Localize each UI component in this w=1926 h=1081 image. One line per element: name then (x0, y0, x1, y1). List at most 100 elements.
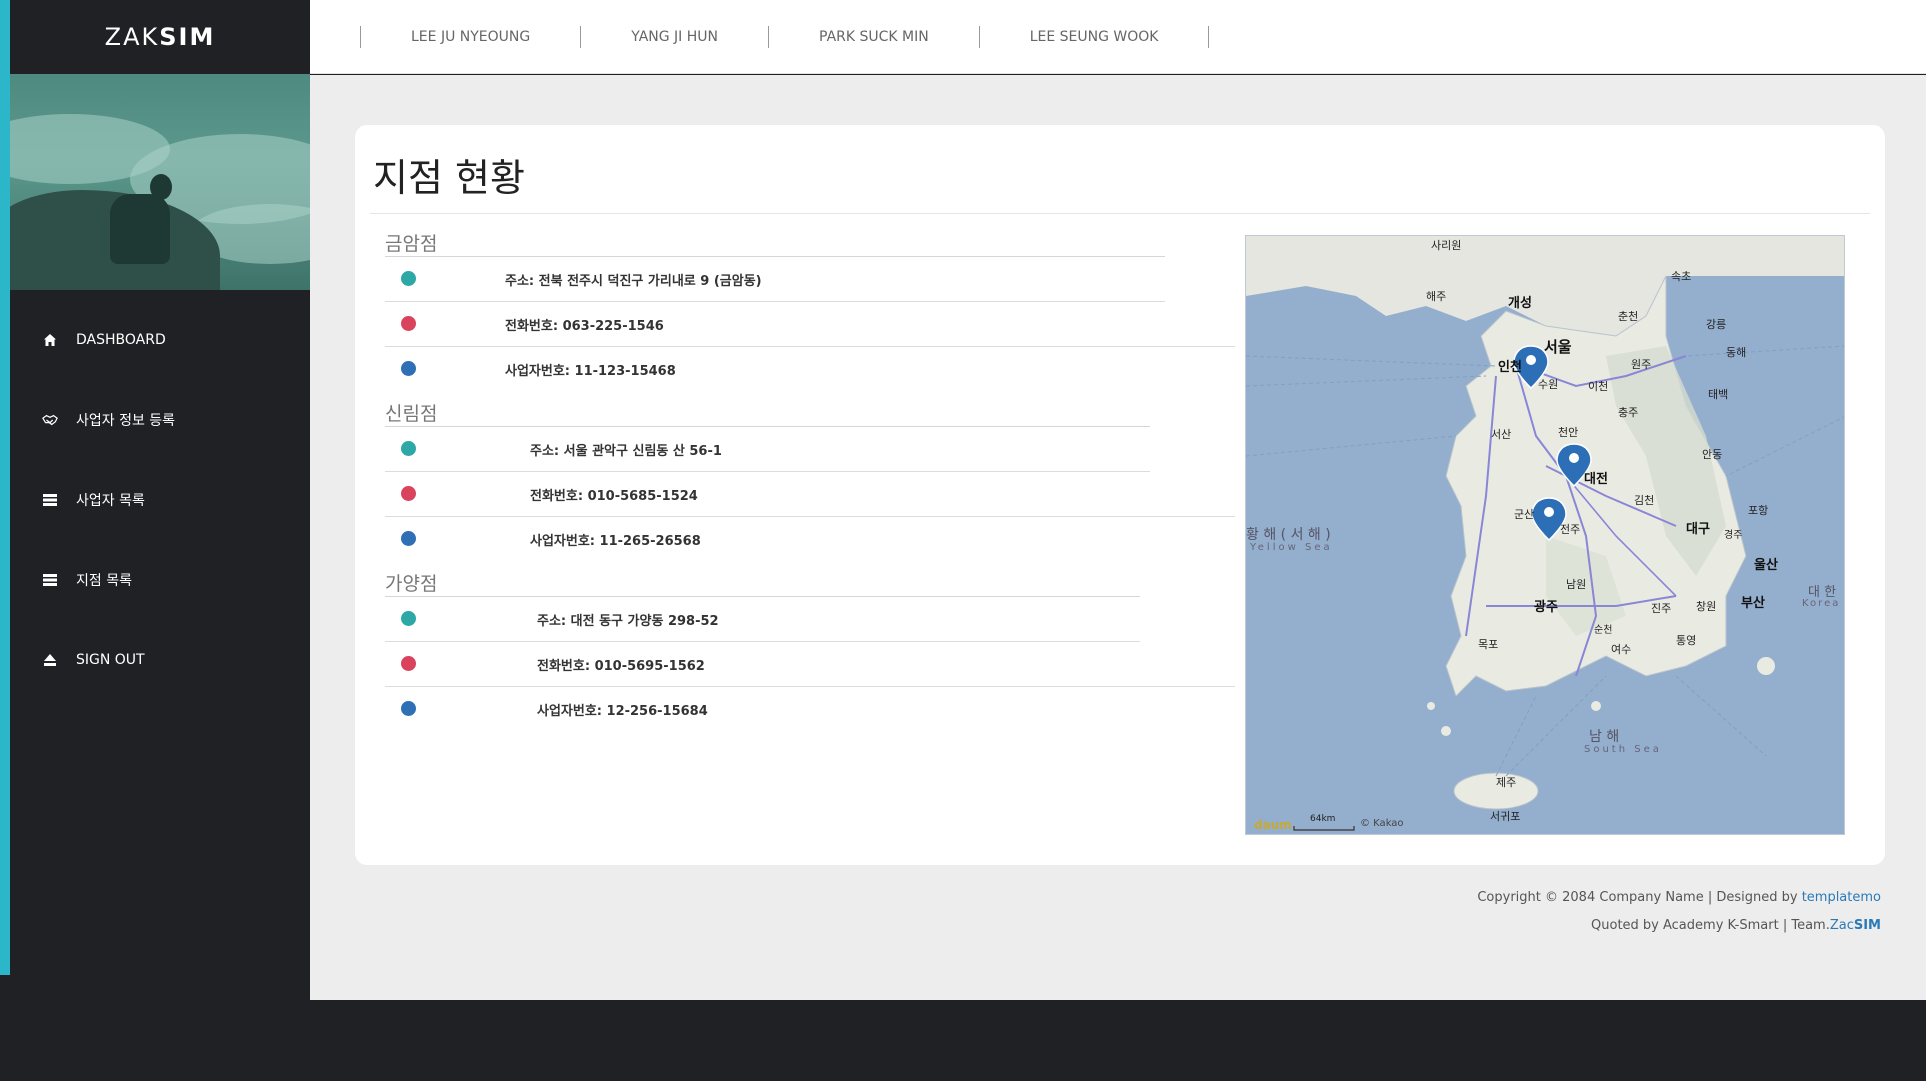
footer-templatemo-link[interactable]: templatemo (1802, 890, 1881, 905)
map-label-city: 서울 (1544, 338, 1572, 356)
map-label-city: 강릉 (1706, 318, 1727, 331)
footer-team-link[interactable]: ZacSIM (1830, 918, 1881, 933)
branch-block: 가양점 주소: 대전 동구 가양동 298-52 전화번호: 010-5695-… (385, 572, 1235, 731)
branch-name: 가양점 (385, 573, 438, 595)
sidebar-item-label: 지점 목록 (76, 573, 132, 589)
teal-dot-icon (401, 611, 416, 626)
map-label-city: 창원 (1696, 600, 1717, 613)
branch-address: 주소: 대전 동구 가양동 298-52 (537, 614, 719, 629)
eject-icon (42, 652, 58, 668)
map-label-sea: 황 해 ( 서 해 ) (1246, 527, 1331, 543)
map-label-city: 수원 (1538, 378, 1559, 391)
map-label-city: 태백 (1708, 388, 1729, 401)
top-nav-link-park-suck-min[interactable]: PARK SUCK MIN (769, 29, 979, 45)
map-label-city: 이천 (1588, 380, 1609, 393)
sidebar-item-label: 사업자 목록 (76, 493, 145, 509)
top-nav: LEE JU NYEOUNG YANG JI HUN PARK SUCK MIN… (310, 0, 1926, 74)
red-dot-icon (401, 486, 416, 501)
sidebar-item-label: DASHBOARD (76, 332, 166, 348)
map-label-city: 천안 (1558, 426, 1579, 439)
map-label-city: 울산 (1754, 558, 1778, 573)
branch-address: 주소: 서울 관악구 신림동 산 56-1 (530, 444, 722, 459)
map-label-sea-en: Korea (1802, 598, 1841, 609)
branch-block: 금암점 주소: 전북 전주시 덕진구 가리내로 9 (금암동) 전화번호: 06… (385, 232, 1235, 391)
home-icon (42, 332, 58, 348)
branch-phone-row: 전화번호: 063-225-1546 (385, 302, 1235, 346)
branch-phone-row: 전화번호: 010-5685-1524 (385, 472, 1235, 516)
branch-bizno-row: 사업자번호: 11-123-15468 (385, 347, 1235, 391)
footer-credit: Quoted by Academy K-Smart | Team. (1591, 918, 1830, 933)
sidebar-item-business-list[interactable]: 사업자 목록 (10, 460, 310, 540)
branch-phone: 전화번호: 063-225-1546 (505, 319, 664, 334)
sidebar-item-branch-list[interactable]: 지점 목록 (10, 540, 310, 620)
sidebar: ZAK SIM DASHBOARD 사업자 정보 등록 사업자 목록 지점 목록… (10, 0, 310, 1081)
map-label-city: 서산 (1491, 428, 1512, 441)
branch-block: 신림점 주소: 서울 관악구 신림동 산 56-1 전화번호: 010-5685… (385, 402, 1235, 561)
sidebar-item-label: 사업자 정보 등록 (76, 413, 176, 429)
branch-business-number: 사업자번호: 11-123-15468 (505, 364, 676, 379)
brand-light: ZAK (104, 23, 160, 51)
branch-phone-row: 전화번호: 010-5695-1562 (385, 642, 1235, 686)
footer-team-bold: SIM (1853, 918, 1881, 933)
map-label-city: 개성 (1508, 296, 1532, 311)
list-icon (42, 492, 58, 508)
map-label-city: 제주 (1496, 776, 1517, 789)
map-label-city: 속초 (1671, 270, 1692, 283)
map-label-city: 군산 (1514, 508, 1535, 521)
map-label-sea-en: Yellow Sea (1250, 542, 1333, 553)
footer-copyright: Copyright © 2084 Company Name | Designed… (1477, 890, 1802, 905)
teal-dot-icon (401, 271, 416, 286)
sidebar-hero-image (10, 74, 310, 290)
map-label-city: 인천 (1498, 360, 1522, 375)
map-label-city: 김천 (1634, 494, 1655, 507)
top-nav-link-lee-ju-nyeoung[interactable]: LEE JU NYEOUNG (361, 29, 580, 45)
branch-bizno-row: 사업자번호: 12-256-15684 (385, 687, 1235, 731)
branch-business-number: 사업자번호: 12-256-15684 (537, 704, 708, 719)
branch-map[interactable]: 황 해 ( 서 해 ) Yellow Sea 남 해 South Sea 대 한… (1245, 235, 1845, 835)
red-dot-icon (401, 316, 416, 331)
map-label-city: 여수 (1611, 643, 1632, 656)
top-nav-link-yang-ji-hun[interactable]: YANG JI HUN (581, 29, 768, 45)
page-title: 지점 현황 (373, 156, 525, 200)
map-label-city: 포항 (1748, 504, 1769, 517)
sidebar-item-label: SIGN OUT (76, 652, 145, 668)
sidebar-item-sign-out[interactable]: SIGN OUT (10, 620, 310, 700)
map-label-city: 대구 (1686, 522, 1710, 537)
branch-address-row: 주소: 서울 관악구 신림동 산 56-1 (385, 427, 1235, 471)
footer-line-1: Copyright © 2084 Company Name | Designed… (1477, 890, 1881, 905)
sidebar-item-dashboard[interactable]: DASHBOARD (10, 300, 310, 380)
map-label-city: 충주 (1618, 406, 1639, 419)
map-scale-label: 64km (1310, 814, 1336, 824)
map-label-city: 광주 (1534, 600, 1558, 615)
list-icon (42, 572, 58, 588)
map-label-city: 대전 (1584, 472, 1608, 487)
map-label-city: 원주 (1631, 358, 1652, 371)
branch-address-row: 주소: 대전 동구 가양동 298-52 (385, 597, 1235, 641)
nav-divider (1208, 25, 1210, 48)
blue-dot-icon (401, 361, 416, 376)
accent-strip-lower (0, 975, 10, 1081)
accent-strip (0, 0, 10, 975)
brand-bold: SIM (159, 23, 216, 51)
sidebar-item-business-register[interactable]: 사업자 정보 등록 (10, 380, 310, 460)
branch-name: 금암점 (385, 233, 438, 255)
handshake-icon (42, 412, 58, 428)
map-label-sea-en: South Sea (1584, 744, 1662, 755)
branch-business-number: 사업자번호: 11-265-26568 (530, 534, 701, 549)
red-dot-icon (401, 656, 416, 671)
map-copyright: © Kakao (1360, 818, 1404, 829)
map-label-city: 진주 (1651, 602, 1672, 615)
sidebar-nav: DASHBOARD 사업자 정보 등록 사업자 목록 지점 목록 SIGN OU… (10, 290, 310, 700)
map-label-city: 동해 (1726, 346, 1747, 359)
map-label-city: 목포 (1478, 638, 1499, 651)
map-label-city: 부산 (1741, 596, 1765, 611)
branch-phone: 전화번호: 010-5685-1524 (530, 489, 698, 504)
map-label-city: 해주 (1426, 290, 1447, 303)
teal-dot-icon (401, 441, 416, 456)
map-label-sea: 남 해 (1589, 729, 1620, 745)
brand-logo[interactable]: ZAK SIM (10, 0, 310, 74)
top-nav-link-lee-seung-wook[interactable]: LEE SEUNG WOOK (980, 29, 1209, 45)
map-logo: daum (1254, 818, 1292, 832)
map-label-city: 경주 (1724, 530, 1743, 541)
map-label-city: 안동 (1702, 448, 1723, 461)
